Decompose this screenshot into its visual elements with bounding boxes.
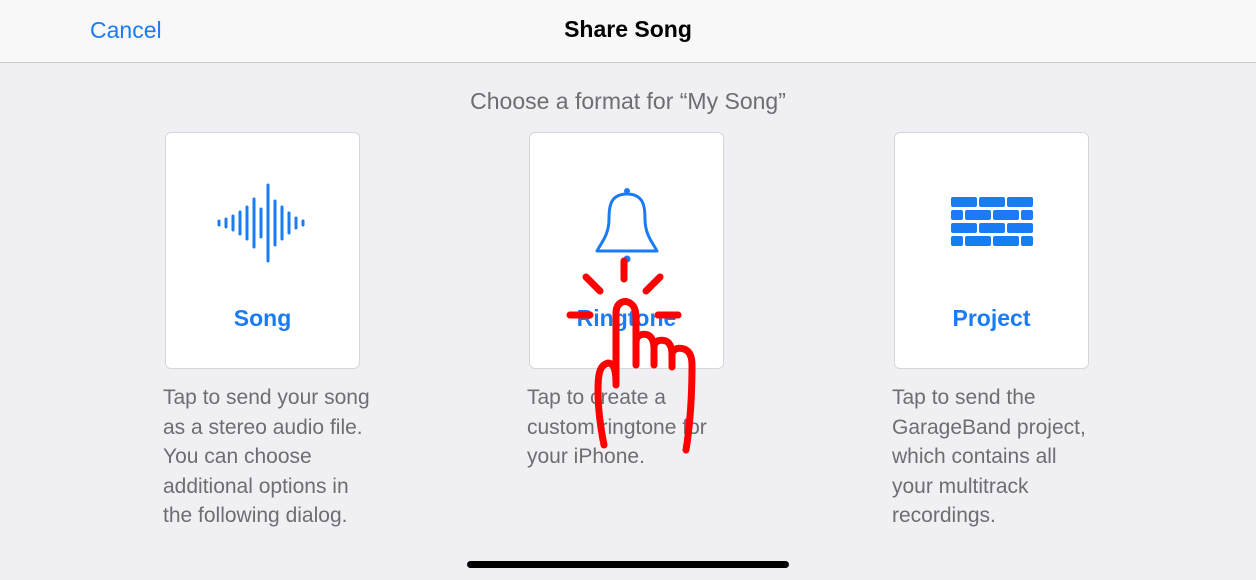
song-option-description: Tap to send your song as a stereo audio … bbox=[163, 386, 370, 527]
brick-wall-icon bbox=[895, 195, 1088, 256]
home-indicator[interactable] bbox=[467, 561, 789, 568]
song-option-card[interactable]: Song bbox=[165, 132, 360, 369]
project-option-label: Project bbox=[952, 305, 1031, 331]
page-title: Share Song bbox=[564, 16, 692, 42]
tap-gesture-icon bbox=[562, 255, 712, 460]
format-prompt: Choose a format for “My Song” bbox=[470, 88, 786, 114]
project-option-card[interactable]: Project bbox=[894, 132, 1089, 369]
navigation-bar: Cancel Share Song bbox=[0, 0, 1256, 63]
waveform-icon bbox=[166, 183, 359, 268]
project-option-description: Tap to send the GarageBand project, whic… bbox=[892, 386, 1086, 527]
song-option-label: Song bbox=[233, 305, 292, 331]
